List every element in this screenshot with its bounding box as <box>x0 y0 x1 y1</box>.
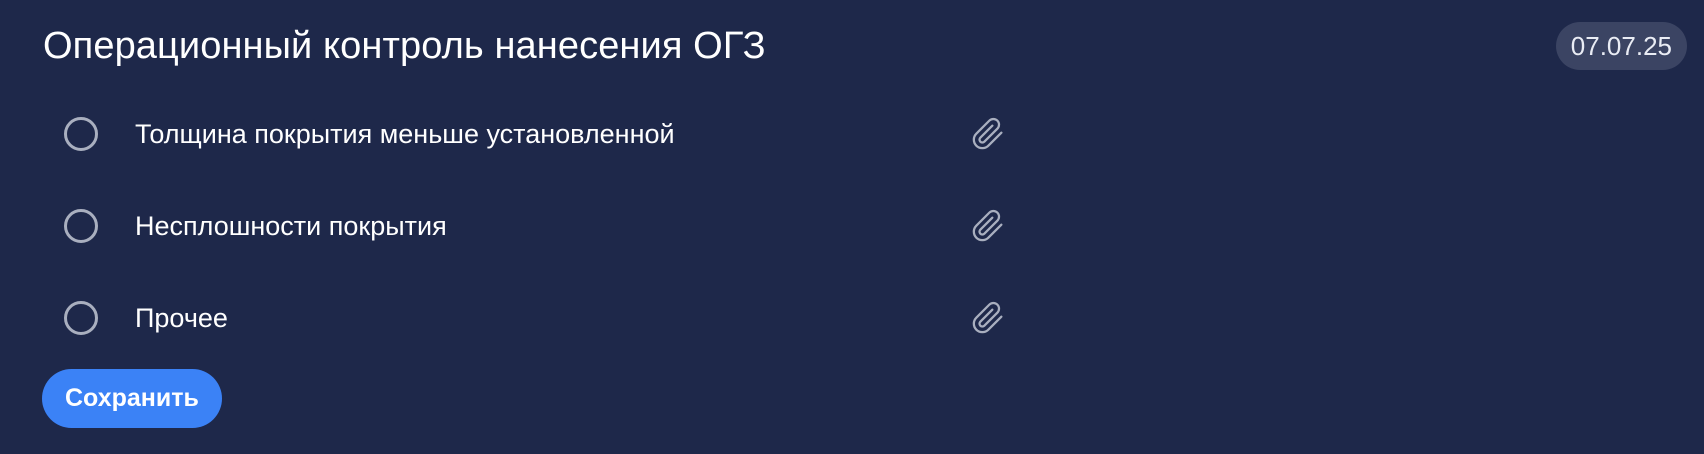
save-button[interactable]: Сохранить <box>42 369 222 428</box>
option-label: Прочее <box>135 303 228 333</box>
radio-button[interactable] <box>64 117 98 151</box>
paperclip-icon[interactable] <box>970 208 1006 244</box>
option-item[interactable]: Прочее <box>64 284 1024 352</box>
option-item[interactable]: Несплошности покрытия <box>64 192 1024 260</box>
option-item[interactable]: Толщина покрытия меньше установленной <box>64 100 1024 168</box>
date-badge: 07.07.25 <box>1555 22 1687 70</box>
radio-button[interactable] <box>64 209 98 243</box>
option-label: Несплошности покрытия <box>135 211 447 241</box>
paperclip-icon[interactable] <box>970 116 1006 152</box>
checklist-card: Операционный контроль нанесения ОГЗ 07.0… <box>0 0 1704 454</box>
radio-button[interactable] <box>64 301 98 335</box>
options-list: Толщина покрытия меньше установленной Не… <box>64 100 1024 376</box>
page-title: Операционный контроль нанесения ОГЗ <box>43 25 766 67</box>
option-label: Толщина покрытия меньше установленной <box>135 119 675 149</box>
card-header: Операционный контроль нанесения ОГЗ 07.0… <box>43 22 1687 70</box>
paperclip-icon[interactable] <box>970 300 1006 336</box>
